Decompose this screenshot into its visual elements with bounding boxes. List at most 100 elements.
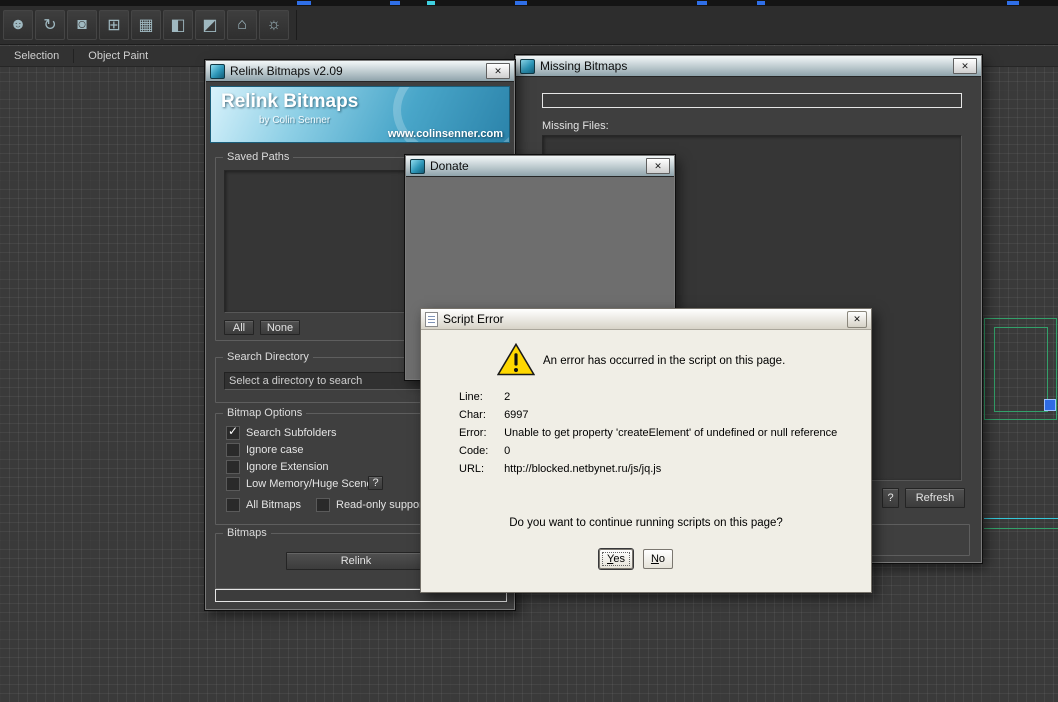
error-field-error: Error: Unable to get property 'createEle… [459, 427, 837, 439]
checkbox-all-bitmaps[interactable]: All Bitmaps [226, 498, 301, 512]
checkbox-label: Ignore Extension [246, 461, 329, 473]
selection-handle[interactable] [1044, 399, 1056, 411]
error-field-line: Line: 2 [459, 391, 510, 403]
missing-titlebar[interactable]: Missing Bitmaps ✕ [516, 56, 981, 77]
light-icon[interactable]: ☼ [259, 10, 289, 40]
checkbox-readonly-support[interactable]: Read-only support [316, 498, 426, 512]
tab-object-paint[interactable]: Object Paint [74, 50, 162, 62]
script-error-titlebar[interactable]: Script Error ✕ [421, 309, 871, 330]
close-icon[interactable]: ✕ [953, 58, 977, 74]
wireframe-rect-inner [994, 327, 1048, 412]
donate-title: Donate [430, 159, 469, 173]
script-error-window: Script Error ✕ An error has occurred in … [420, 308, 872, 593]
none-button[interactable]: None [260, 320, 300, 335]
top-strip-mark [297, 1, 311, 5]
checkbox-box [226, 443, 240, 457]
maxscript-icon [520, 58, 535, 74]
mirror-icon-glyph: ◧ [170, 17, 186, 34]
script-page-icon [425, 311, 438, 327]
field-label: Line: [459, 391, 483, 403]
field-label: Error: [459, 427, 487, 439]
top-strip-mark [515, 1, 527, 5]
field-value: 6997 [504, 409, 529, 421]
checkbox-low-memory[interactable]: Low Memory/Huge Scene [226, 477, 373, 491]
no-button[interactable]: No [643, 549, 673, 569]
field-label: URL: [459, 463, 485, 475]
checkbox-box [316, 498, 330, 512]
checkbox-label: Search Subfolders [246, 427, 337, 439]
field-label: Char: [459, 409, 486, 421]
missing-help-button[interactable]: ? [882, 488, 899, 508]
checkbox-box [226, 498, 240, 512]
checkbox-ignore-extension[interactable]: Ignore Extension [226, 460, 329, 474]
error-field-char: Char: 6997 [459, 409, 529, 421]
close-icon[interactable]: ✕ [486, 63, 510, 79]
camera-icon-glyph: ◩ [202, 17, 218, 34]
checkbox-search-subfolders[interactable]: Search Subfolders [226, 424, 337, 440]
script-error-title: Script Error [443, 312, 504, 326]
close-icon[interactable]: ✕ [847, 310, 867, 328]
error-field-url: URL: http://blocked.netbynet.ru/js/jq.js [459, 463, 661, 475]
tab-selection[interactable]: Selection [0, 50, 73, 62]
top-strip-mark [390, 1, 400, 5]
all-button[interactable]: All [224, 320, 254, 335]
banner-website-link[interactable]: www.colinsenner.com [388, 128, 503, 140]
relink-titlebar[interactable]: Relink Bitmaps v2.09 ✕ [206, 61, 514, 82]
character-icon[interactable]: ☻ [3, 10, 33, 40]
top-strip-mark [427, 1, 435, 5]
viewport[interactable]: ☻ ↻ ◙ ⊞ ▦ ◧ ◩ ⌂ ☼ Selection Object Paint… [0, 0, 1058, 702]
transform-icon[interactable]: ⊞ [99, 10, 129, 40]
maxscript-icon [410, 158, 425, 174]
bitmap-options-label: Bitmap Options [223, 407, 307, 419]
field-label: Code: [459, 445, 489, 457]
top-strip-mark [697, 1, 707, 5]
layers-icon[interactable]: ◙ [67, 10, 97, 40]
refresh-button[interactable]: Refresh [905, 488, 965, 508]
missing-progress-bar [542, 93, 962, 108]
character-icon-glyph: ☻ [9, 16, 27, 33]
scene-icon-glyph: ⌂ [237, 16, 247, 33]
donate-titlebar[interactable]: Donate ✕ [406, 156, 674, 177]
close-icon[interactable]: ✕ [646, 158, 670, 174]
main-toolbar: ☻ ↻ ◙ ⊞ ▦ ◧ ◩ ⌂ ☼ [0, 6, 1058, 45]
checkbox-box [226, 460, 240, 474]
missing-files-label: Missing Files: [542, 120, 609, 132]
camera-icon[interactable]: ◩ [195, 10, 225, 40]
yes-button-label: Yes [607, 553, 625, 565]
banner-title: Relink Bitmaps [221, 91, 359, 112]
top-strip-mark [757, 1, 765, 5]
mirror-icon[interactable]: ◧ [163, 10, 193, 40]
checkbox-label: Read-only support [336, 499, 426, 511]
toolbar-divider [296, 10, 297, 40]
field-value: 2 [504, 391, 511, 403]
checkbox-label: Low Memory/Huge Scene [246, 478, 373, 490]
field-value: http://blocked.netbynet.ru/js/jq.js [504, 463, 662, 475]
light-icon-glyph: ☼ [266, 16, 282, 33]
maxscript-icon [210, 63, 225, 79]
checkbox-ignore-case[interactable]: Ignore case [226, 443, 303, 457]
rotate-icon-glyph: ↻ [43, 17, 57, 34]
bitmaps-label: Bitmaps [223, 527, 271, 539]
relink-banner: Relink Bitmaps by Colin Senner www.colin… [210, 86, 510, 143]
wireframe-line-green [984, 528, 1058, 529]
search-directory-label: Search Directory [223, 351, 313, 363]
array-icon[interactable]: ▦ [131, 10, 161, 40]
checkbox-box [226, 424, 240, 440]
banner-byline: by Colin Senner [259, 115, 331, 126]
relink-title: Relink Bitmaps v2.09 [230, 64, 343, 78]
transform-icon-glyph: ⊞ [107, 17, 121, 34]
no-button-label: No [650, 553, 666, 565]
relink-button[interactable]: Relink [286, 552, 426, 570]
yes-button[interactable]: Yes [599, 549, 633, 569]
rotate-icon[interactable]: ↻ [35, 10, 65, 40]
scene-icon[interactable]: ⌂ [227, 10, 257, 40]
checkbox-box [226, 477, 240, 491]
field-value: 0 [504, 445, 511, 457]
error-field-code: Code: 0 [459, 445, 510, 457]
continue-question: Do you want to continue running scripts … [509, 517, 783, 529]
low-memory-help-button[interactable]: ? [368, 476, 383, 490]
missing-title: Missing Bitmaps [540, 59, 628, 73]
array-icon-glyph: ▦ [138, 17, 154, 34]
top-strip-mark [1007, 1, 1019, 5]
saved-paths-label: Saved Paths [223, 151, 294, 163]
